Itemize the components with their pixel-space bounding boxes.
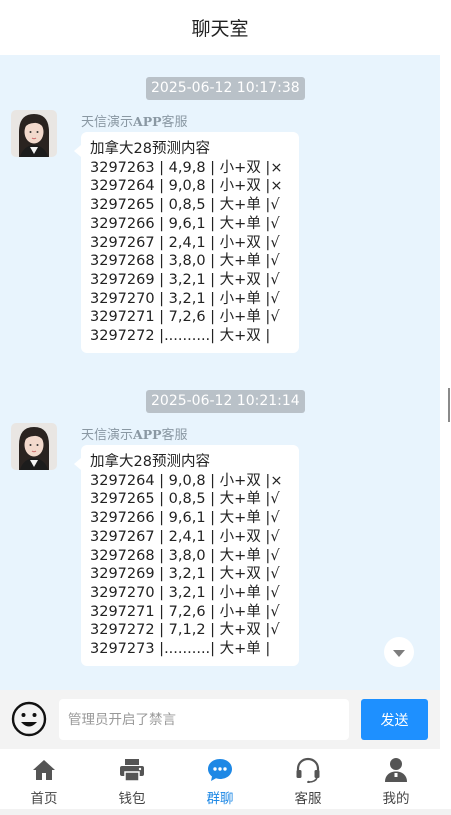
message-line: 3297272 |..........| 大+双 | xyxy=(90,328,271,345)
message-line: 3297268 | 3,8,0 | 大+单 |√ xyxy=(90,253,280,270)
message-timestamp: 2025-06-12 10:21:14 xyxy=(146,390,305,413)
sender-name: 天信演示APP客服 xyxy=(81,111,188,130)
printer-icon xyxy=(119,757,145,783)
message-line: 加拿大28预测内容 xyxy=(90,454,210,470)
message-line: 3297264 | 9,0,8 | 小+双 |× xyxy=(90,472,283,489)
message-line: 3297269 | 3,2,1 | 大+双 |√ xyxy=(90,566,280,583)
tab-customer-service[interactable]: 客服 xyxy=(264,749,352,809)
chevron-down-icon xyxy=(392,643,406,662)
user-icon xyxy=(383,757,409,783)
bottom-tab-bar: 首页 钱包 群聊 客服 我的 xyxy=(0,749,440,809)
chat-area[interactable]: 2025-06-12 10:17:38 天信演示APP客服 加拿大28预测内容 … xyxy=(0,55,440,690)
home-icon xyxy=(31,757,57,783)
tab-home[interactable]: 首页 xyxy=(0,749,88,809)
chat-bubble-icon xyxy=(207,757,233,783)
message-line: 加拿大28预测内容 xyxy=(90,141,210,157)
message-line: 3297270 | 3,2,1 | 小+单 |√ xyxy=(90,584,280,601)
header: 聊天室 xyxy=(0,0,440,55)
page-title: 聊天室 xyxy=(191,18,249,40)
tab-profile[interactable]: 我的 xyxy=(352,749,440,809)
message-line: 3297267 | 2,4,1 | 小+双 |√ xyxy=(90,528,280,545)
message-line: 3297265 | 0,8,5 | 大+单 |√ xyxy=(90,197,280,214)
scroll-to-bottom-button[interactable] xyxy=(384,637,414,667)
tab-label: 首页 xyxy=(30,791,58,807)
tab-wallet[interactable]: 钱包 xyxy=(88,749,176,809)
avatar[interactable] xyxy=(11,423,57,470)
message-line: 3297266 | 9,6,1 | 大+单 |√ xyxy=(90,510,280,527)
scrollbar[interactable] xyxy=(448,388,450,422)
message-composer: 发送 xyxy=(0,690,440,749)
bottom-strip xyxy=(0,809,451,815)
sender-name: 天信演示APP客服 xyxy=(81,424,188,443)
message-line: 3297264 | 9,0,8 | 小+双 |× xyxy=(90,178,283,195)
message-line: 3297271 | 7,2,6 | 小+单 |√ xyxy=(90,309,280,326)
tab-group-chat[interactable]: 群聊 xyxy=(176,749,264,809)
avatar[interactable] xyxy=(11,110,57,157)
message-line: 3297269 | 3,2,1 | 大+双 |√ xyxy=(90,271,280,288)
send-button[interactable]: 发送 xyxy=(361,699,428,740)
message-line: 3297263 | 4,9,8 | 小+双 |× xyxy=(90,159,283,176)
sender-app: APP xyxy=(133,114,162,129)
sender-prefix: 天信演示 xyxy=(81,428,134,443)
emoji-button[interactable] xyxy=(11,701,47,737)
message-line: 3297268 | 3,8,0 | 大+单 |√ xyxy=(90,547,280,564)
tab-label: 我的 xyxy=(382,791,410,807)
message-line: 3297272 | 7,1,2 | 大+双 |√ xyxy=(90,622,280,639)
tab-label: 客服 xyxy=(294,791,322,807)
tab-label: 钱包 xyxy=(118,791,146,807)
message-line: 3297266 | 9,6,1 | 大+单 |√ xyxy=(90,215,280,232)
headset-icon xyxy=(295,757,321,783)
message-bubble[interactable]: 加拿大28预测内容 3297264 | 9,0,8 | 小+双 |× 32972… xyxy=(74,445,299,666)
message-line: 3297267 | 2,4,1 | 小+双 |√ xyxy=(90,234,280,251)
message-timestamp: 2025-06-12 10:17:38 xyxy=(146,77,305,100)
tab-label: 群聊 xyxy=(206,791,234,807)
smiley-face-icon xyxy=(11,701,47,741)
message-line: 3297273 |..........| 大+单 | xyxy=(90,641,271,658)
sender-suffix: 客服 xyxy=(161,115,188,130)
sender-app: APP xyxy=(133,427,162,442)
sender-prefix: 天信演示 xyxy=(81,115,134,130)
message-input[interactable] xyxy=(59,699,349,740)
message-line: 3297271 | 7,2,6 | 小+单 |√ xyxy=(90,603,280,620)
message-line: 3297270 | 3,2,1 | 小+单 |√ xyxy=(90,290,280,307)
sender-suffix: 客服 xyxy=(161,428,188,443)
message-line: 3297265 | 0,8,5 | 大+单 |√ xyxy=(90,491,280,508)
message-bubble[interactable]: 加拿大28预测内容 3297263 | 4,9,8 | 小+双 |× 32972… xyxy=(74,132,299,353)
